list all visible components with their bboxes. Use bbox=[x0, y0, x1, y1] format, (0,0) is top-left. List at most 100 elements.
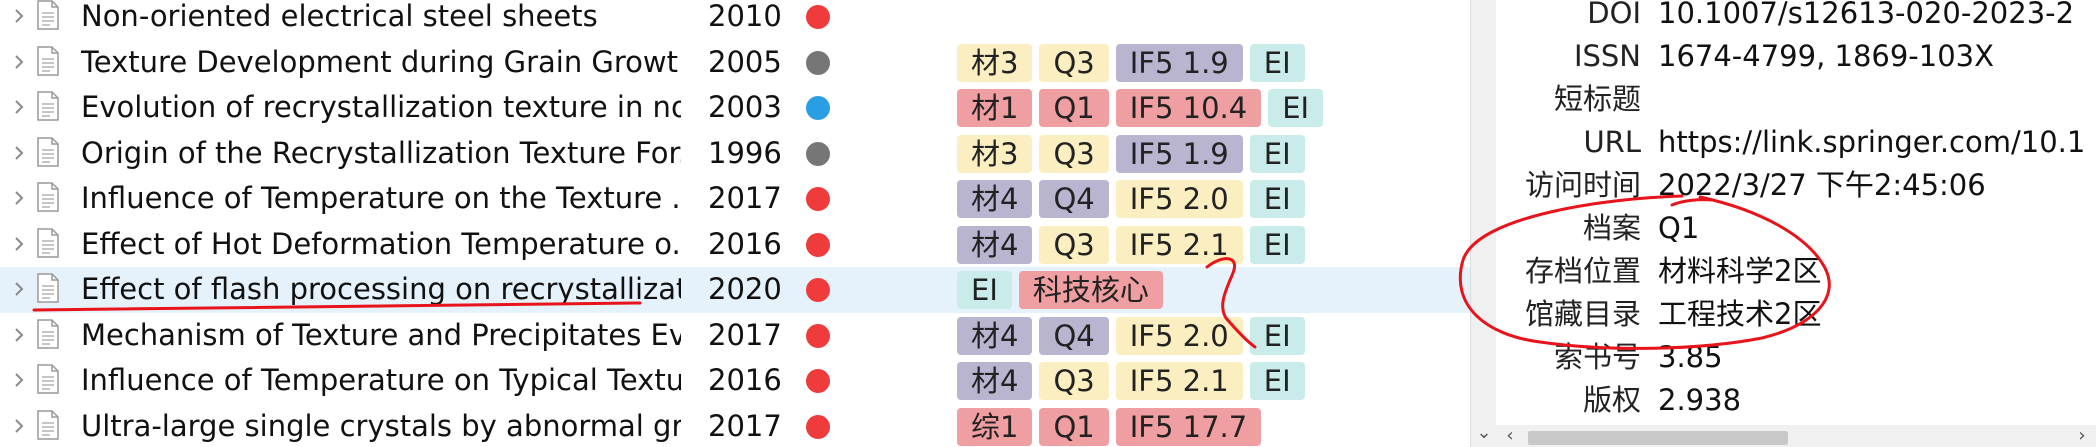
info-field: 版权 2.938 bbox=[1496, 379, 2096, 422]
tag-badge: Q4 bbox=[1039, 180, 1109, 218]
item-title: Evolution of recrystallization texture i… bbox=[81, 90, 681, 124]
document-icon bbox=[37, 182, 59, 212]
pane-splitter[interactable]: ⌄ bbox=[1470, 0, 1497, 447]
list-item[interactable]: Mechanism of Texture and Precipitates Ev… bbox=[0, 313, 1470, 359]
chevron-right-icon[interactable] bbox=[12, 4, 26, 28]
list-item[interactable]: Non-oriented electrical steel sheets 2010 bbox=[0, 0, 1470, 40]
field-label: 馆藏目录 bbox=[1524, 297, 1641, 331]
field-label: ISSN bbox=[1573, 39, 1641, 73]
field-label: 访问时间 bbox=[1524, 168, 1641, 202]
list-item[interactable]: Influence of Temperature on Typical Text… bbox=[0, 358, 1470, 404]
field-label: 档案 bbox=[1582, 211, 1641, 245]
tag-badge: Q1 bbox=[1039, 89, 1109, 127]
scroll-down-icon[interactable]: ⌄ bbox=[1472, 422, 1496, 444]
tag-badge: IF5 17.7 bbox=[1115, 407, 1262, 446]
tag-badge: IF5 10.4 bbox=[1115, 89, 1262, 127]
chevron-right-icon[interactable] bbox=[12, 414, 26, 438]
list-item[interactable]: Ultra-large single crystals by abnormal … bbox=[0, 404, 1470, 447]
item-title: Influence of Temperature on the Texture … bbox=[81, 181, 681, 215]
item-title: Texture Development during Grain Growt..… bbox=[81, 44, 681, 79]
item-tags: 材4 Q3 IF5 2.1 EI bbox=[957, 225, 1305, 264]
chevron-right-icon[interactable] bbox=[12, 323, 26, 347]
scroll-right-icon[interactable]: › bbox=[2070, 425, 2094, 447]
field-label: 索书号 bbox=[1553, 340, 1641, 374]
list-item[interactable]: Texture Development during Grain Growt..… bbox=[0, 40, 1470, 86]
field-label: 版权 bbox=[1582, 383, 1641, 417]
tag-badge: 材3 bbox=[957, 134, 1033, 173]
field-value[interactable]: 2022/3/27 下午2:45:06 bbox=[1658, 164, 1986, 207]
chevron-right-icon[interactable] bbox=[12, 95, 26, 119]
tag-badge: 材3 bbox=[957, 43, 1033, 82]
item-tags: 材3 Q3 IF5 1.9 EI bbox=[957, 134, 1305, 173]
scrollbar-thumb[interactable] bbox=[1528, 431, 1788, 445]
info-field: 存档位置 材料科学2区 bbox=[1496, 250, 2096, 293]
tag-badge: IF5 1.9 bbox=[1115, 43, 1243, 82]
tag-badge: EI bbox=[1268, 89, 1324, 127]
document-icon bbox=[37, 318, 59, 349]
field-value[interactable]: 工程技术2区 bbox=[1658, 293, 1821, 336]
info-field: DOI 10.1007/s12613-020-2023-2 bbox=[1496, 0, 2096, 35]
info-field: URL https://link.springer.com/10.1 bbox=[1496, 121, 2096, 164]
scroll-left-icon[interactable]: ‹ bbox=[1498, 425, 1522, 447]
tag-badge: IF5 1.9 bbox=[1115, 134, 1243, 173]
item-year: 2017 bbox=[708, 317, 782, 352]
field-value[interactable]: https://link.springer.com/10.1 bbox=[1658, 121, 2085, 164]
items-list[interactable]: Non-oriented electrical steel sheets 2010… bbox=[0, 0, 1470, 447]
item-tags: EI 科技核心 bbox=[957, 271, 1163, 309]
chevron-right-icon[interactable] bbox=[12, 141, 26, 165]
item-title: Mechanism of Texture and Precipitates Ev… bbox=[81, 317, 681, 352]
field-label: 存档位置 bbox=[1524, 254, 1641, 288]
status-dot bbox=[806, 5, 830, 29]
list-item[interactable]: Effect of flash processing on recrystall… bbox=[0, 267, 1470, 313]
document-icon bbox=[37, 45, 59, 76]
tag-badge: Q1 bbox=[1039, 407, 1109, 446]
document-icon bbox=[37, 91, 59, 121]
item-title: Influence of Temperature on Typical Text… bbox=[81, 363, 681, 397]
chevron-right-icon[interactable] bbox=[12, 50, 26, 74]
document-icon bbox=[37, 0, 59, 30]
document-icon bbox=[37, 136, 59, 167]
document-icon bbox=[37, 227, 59, 258]
field-label: 短标题 bbox=[1553, 82, 1641, 116]
list-item[interactable]: Effect of Hot Deformation Temperature o.… bbox=[0, 222, 1470, 268]
item-tags: 材4 Q4 IF5 2.0 EI bbox=[957, 316, 1305, 355]
status-dot bbox=[806, 323, 830, 348]
field-value[interactable]: 1674-4799, 1869-103X bbox=[1658, 35, 1994, 78]
chevron-right-icon[interactable] bbox=[12, 232, 26, 256]
chevron-right-icon[interactable] bbox=[12, 186, 26, 210]
field-label: URL bbox=[1583, 125, 1641, 159]
field-value[interactable]: 10.1007/s12613-020-2023-2 bbox=[1658, 0, 2074, 35]
info-field: 短标题 bbox=[1496, 78, 2096, 121]
chevron-right-icon[interactable] bbox=[12, 277, 26, 301]
tag-badge: Q3 bbox=[1039, 362, 1109, 400]
field-value[interactable]: 3.85 bbox=[1658, 336, 1723, 379]
tag-badge: 材4 bbox=[957, 316, 1033, 355]
list-item[interactable]: Origin of the Recrystallization Texture … bbox=[0, 131, 1470, 177]
horizontal-scrollbar[interactable]: ‹ › bbox=[1496, 425, 2096, 447]
list-item[interactable]: Evolution of recrystallization texture i… bbox=[0, 85, 1470, 131]
info-field: ISSN 1674-4799, 1869-103X bbox=[1496, 35, 2096, 78]
list-item[interactable]: Influence of Temperature on the Texture … bbox=[0, 176, 1470, 222]
item-title: Ultra-large single crystals by abnormal … bbox=[81, 408, 681, 443]
tag-badge: 综1 bbox=[957, 407, 1033, 446]
tag-badge: IF5 2.0 bbox=[1115, 316, 1243, 355]
chevron-right-icon[interactable] bbox=[12, 368, 26, 392]
info-field: 访问时间 2022/3/27 下午2:45:06 bbox=[1496, 164, 2096, 207]
item-year: 2003 bbox=[708, 90, 782, 124]
item-title: Non-oriented electrical steel sheets bbox=[81, 0, 598, 33]
status-dot bbox=[806, 187, 830, 211]
tag-badge: Q3 bbox=[1039, 43, 1109, 82]
field-value[interactable]: 材料科学2区 bbox=[1658, 250, 1821, 293]
tag-badge: 材1 bbox=[957, 89, 1033, 127]
field-value[interactable]: Q1 bbox=[1658, 207, 1699, 250]
tag-badge: EI bbox=[1249, 362, 1305, 400]
item-year: 2017 bbox=[708, 408, 782, 443]
item-year: 2016 bbox=[708, 363, 782, 397]
tag-badge: EI bbox=[1249, 134, 1305, 173]
tag-badge: IF5 2.0 bbox=[1115, 180, 1243, 218]
item-tags: 材4 Q4 IF5 2.0 EI bbox=[957, 180, 1305, 218]
document-icon bbox=[37, 409, 59, 440]
tag-badge: EI bbox=[957, 271, 1012, 309]
tag-badge: Q3 bbox=[1039, 225, 1109, 264]
field-value[interactable]: 2.938 bbox=[1658, 379, 1741, 422]
